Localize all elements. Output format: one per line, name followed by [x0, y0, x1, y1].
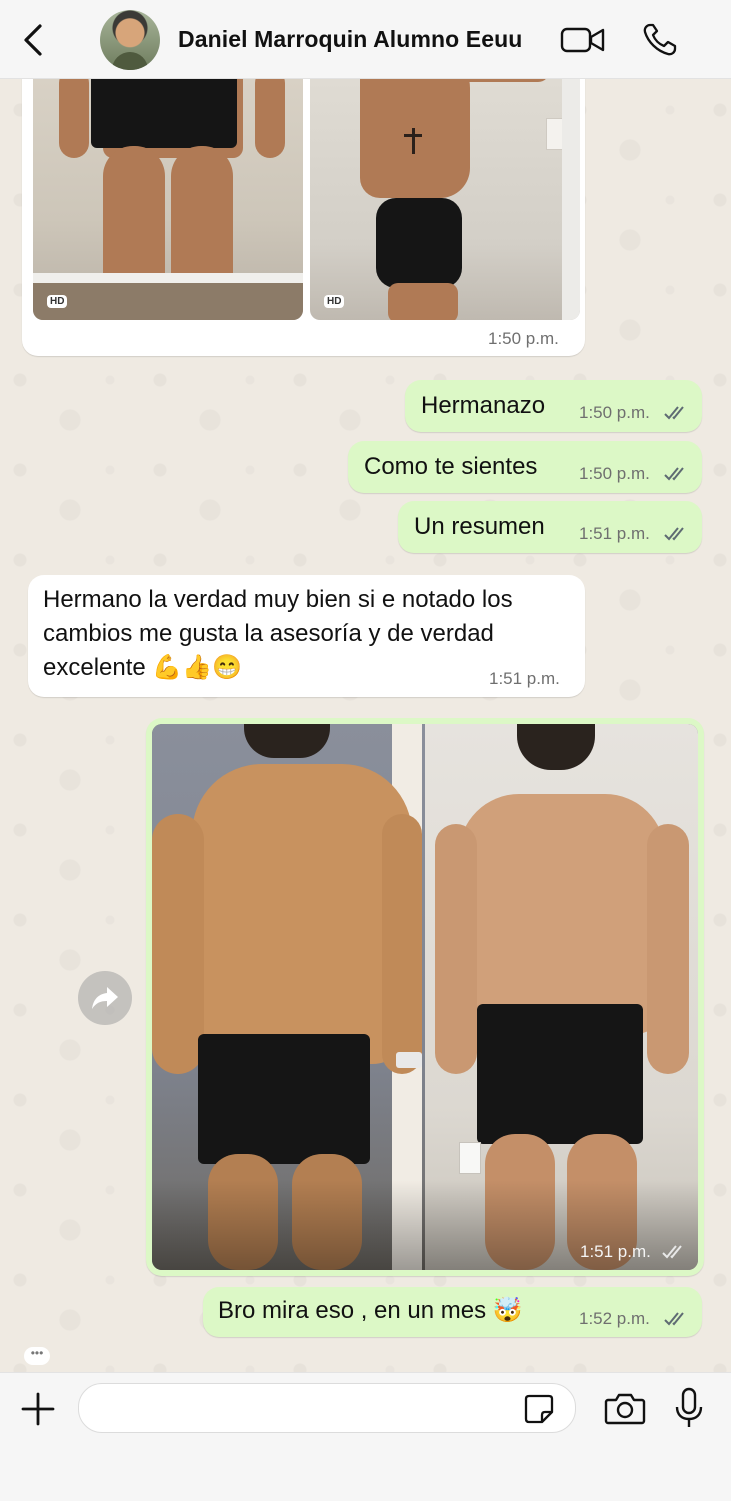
- chat-header: Daniel Marroquin Alumno Eeuu: [0, 0, 731, 79]
- avatar[interactable]: [100, 10, 160, 70]
- hd-badge: HD: [324, 295, 345, 308]
- chevron-left-icon[interactable]: [18, 22, 48, 58]
- message-text: Como te sientes: [364, 453, 538, 480]
- double-check-read-icon: [664, 406, 684, 420]
- double-check-read-icon: [664, 527, 684, 541]
- message-text: Hermanazo: [421, 392, 546, 419]
- message-bubble-outgoing-image[interactable]: 1:51 p.m.: [146, 718, 704, 1276]
- sticker-icon[interactable]: [523, 1393, 555, 1425]
- hd-badge: HD: [47, 295, 68, 308]
- plus-icon[interactable]: [20, 1391, 56, 1427]
- message-bubble-outgoing[interactable]: Como te sientes 1:50 p.m.: [348, 441, 702, 493]
- double-check-delivered-icon: [662, 1245, 682, 1259]
- message-text: Bro mira eso , en un mes 🤯: [218, 1297, 523, 1324]
- message-time: 1:51 p.m.: [580, 1242, 651, 1261]
- message-input-bar: [0, 1372, 731, 1501]
- message-bubble-outgoing[interactable]: Bro mira eso , en un mes 🤯 1:52 p.m.: [203, 1287, 702, 1337]
- progress-photo-front[interactable]: HD: [33, 68, 303, 320]
- double-check-read-icon: [664, 1312, 684, 1326]
- message-bubble-incoming-images[interactable]: HD HD 1:50 p.m.: [22, 62, 585, 356]
- message-text-line: cambios me gusta la asesoría y de verdad: [43, 620, 494, 647]
- contact-name[interactable]: Daniel Marroquin Alumno Eeuu: [178, 26, 522, 53]
- message-time: 1:51 p.m.: [579, 524, 650, 543]
- before-after-photo[interactable]: [152, 724, 698, 1270]
- message-time: 1:51 p.m.: [489, 669, 560, 688]
- message-time: 1:50 p.m.: [579, 403, 650, 422]
- video-call-icon[interactable]: [560, 24, 606, 56]
- message-time: 1:52 p.m.: [579, 1309, 650, 1328]
- progress-photo-side[interactable]: HD: [310, 68, 580, 320]
- more-indicator-icon: •••: [24, 1347, 50, 1365]
- microphone-icon[interactable]: [674, 1387, 704, 1429]
- camera-icon[interactable]: [604, 1391, 646, 1425]
- message-input[interactable]: [78, 1383, 576, 1433]
- message-bubble-outgoing[interactable]: Un resumen 1:51 p.m.: [398, 501, 702, 553]
- message-bubble-incoming[interactable]: Hermano la verdad muy bien si e notado l…: [28, 575, 585, 697]
- forward-icon: [92, 987, 118, 1009]
- message-time: 1:50 p.m.: [579, 464, 650, 483]
- forward-button[interactable]: [78, 971, 132, 1025]
- message-text-line: Hermano la verdad muy bien si e notado l…: [43, 586, 513, 613]
- message-text: Un resumen: [414, 513, 545, 540]
- double-check-read-icon: [664, 467, 684, 481]
- message-time: 1:50 p.m.: [488, 329, 559, 348]
- phone-icon[interactable]: [641, 22, 679, 58]
- message-bubble-outgoing[interactable]: Hermanazo 1:50 p.m.: [405, 380, 702, 432]
